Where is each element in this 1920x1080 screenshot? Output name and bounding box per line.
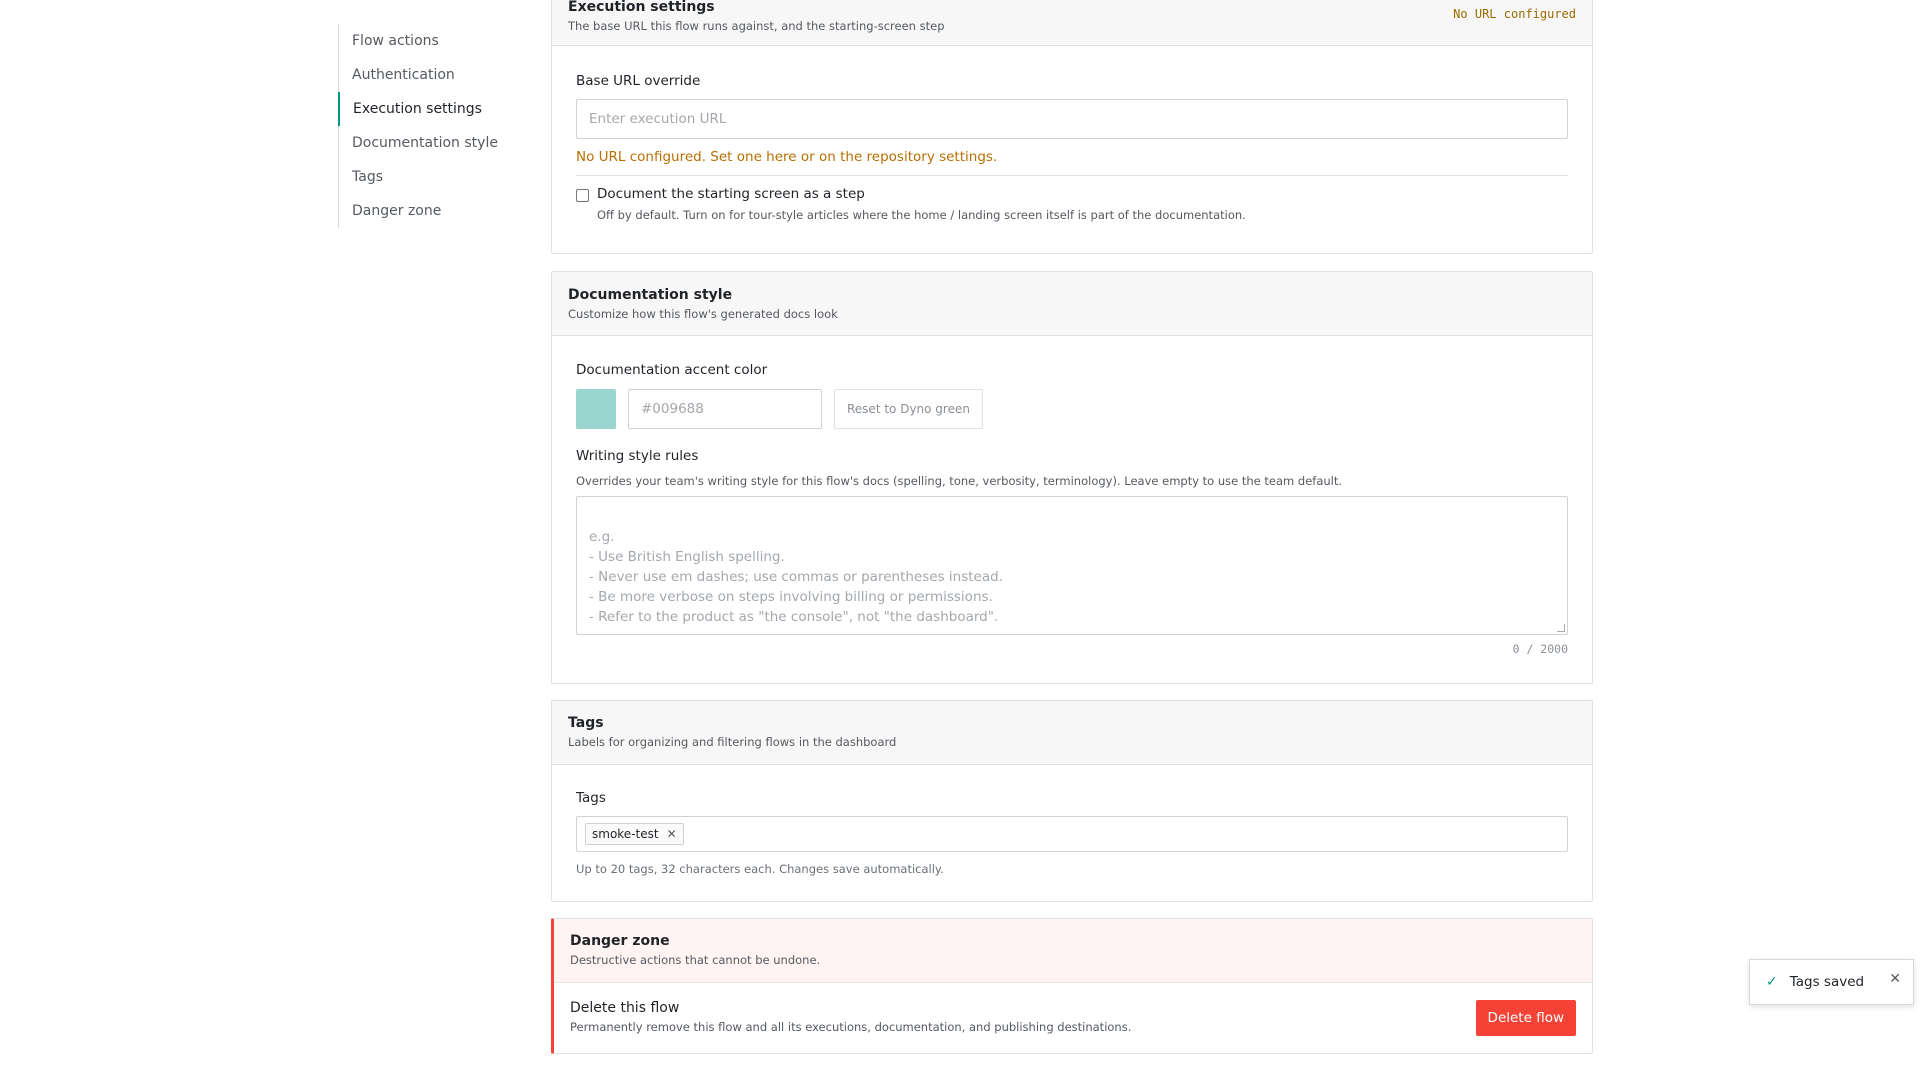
settings-sidebar: Flow actions Authentication Execution se… (338, 24, 518, 228)
sidebar-item-danger-zone[interactable]: Danger zone (339, 194, 518, 228)
execution-settings-header: Execution settings The base URL this flo… (552, 0, 1592, 46)
delete-flow-button[interactable]: Delete flow (1475, 1000, 1576, 1036)
sidebar-item-authentication[interactable]: Authentication (339, 58, 518, 92)
documentation-style-subtitle: Customize how this flow's generated docs… (568, 307, 838, 321)
writing-rules-help: Overrides your team's writing style for … (576, 474, 1343, 488)
tag-chip-label: smoke-test (592, 827, 659, 841)
sidebar-item-flow-actions[interactable]: Flow actions (339, 24, 518, 58)
accent-color-label: Documentation accent color (576, 362, 768, 378)
toast-notification: ✓ Tags saved ✕ (1749, 959, 1914, 1005)
danger-zone-header: Danger zone Destructive actions that can… (554, 919, 1592, 983)
tags-header: Tags Labels for organizing and filtering… (552, 701, 1592, 765)
execution-settings-subtitle: The base URL this flow runs against, and… (568, 19, 945, 33)
reset-color-button[interactable]: Reset to Dyno green (834, 389, 983, 429)
execution-settings-body: Base URL override No URL configured. Set… (552, 46, 1592, 222)
danger-zone-subtitle: Destructive actions that cannot be undon… (570, 953, 821, 967)
accent-color-input[interactable] (628, 389, 822, 429)
divider (576, 175, 1568, 176)
tags-field-label: Tags (576, 790, 606, 806)
check-icon: ✓ (1766, 974, 1778, 990)
documentation-style-header: Documentation style Customize how this f… (552, 272, 1592, 336)
delete-flow-title: Delete this flow (570, 1000, 680, 1016)
danger-zone-body: Delete this flow Permanently remove this… (554, 983, 1592, 1053)
accent-color-swatch[interactable] (576, 389, 616, 429)
tags-input[interactable]: smoke-test ✕ (576, 816, 1568, 852)
execution-settings-title: Execution settings (568, 0, 715, 15)
writing-rules-placeholder: e.g. - Use British English spelling. - N… (589, 529, 1003, 625)
documentation-style-card: Documentation style Customize how this f… (551, 271, 1593, 684)
documentation-style-title: Documentation style (568, 287, 733, 303)
execution-settings-card: Execution settings The base URL this flo… (551, 0, 1593, 254)
writing-rules-label: Writing style rules (576, 448, 699, 464)
resize-handle[interactable] (1557, 624, 1565, 632)
toast-message: Tags saved (1789, 974, 1865, 990)
tag-chip: smoke-test ✕ (585, 823, 684, 845)
accent-color-row: Reset to Dyno green (576, 389, 1568, 429)
char-counter: 0 / 2000 (1512, 642, 1568, 656)
writing-rules-textarea[interactable]: e.g. - Use British English spelling. - N… (576, 496, 1568, 635)
no-url-badge: No URL configured (1453, 7, 1576, 21)
documentation-style-body: Documentation accent color Reset to Dyno… (552, 336, 1592, 656)
tags-subtitle: Labels for organizing and filtering flow… (568, 735, 897, 749)
tags-help: Up to 20 tags, 32 characters each. Chang… (576, 862, 944, 876)
close-icon[interactable]: ✕ (1889, 971, 1901, 987)
start-step-label[interactable]: Document the starting screen as a step (597, 186, 1246, 202)
base-url-input[interactable] (576, 99, 1568, 139)
delete-flow-description: Permanently remove this flow and all its… (570, 1020, 1132, 1034)
tags-title: Tags (568, 715, 604, 731)
sidebar-item-tags[interactable]: Tags (339, 160, 518, 194)
no-url-warning: No URL configured. Set one here or on th… (576, 149, 998, 165)
tags-card: Tags Labels for organizing and filtering… (551, 700, 1593, 902)
sidebar-item-execution-settings[interactable]: Execution settings (338, 92, 518, 126)
start-step-help: Off by default. Turn on for tour-style a… (597, 208, 1246, 222)
base-url-label: Base URL override (576, 73, 701, 89)
tags-body: Tags smoke-test ✕ Up to 20 tags, 32 char… (552, 765, 1592, 876)
danger-zone-card: Danger zone Destructive actions that can… (551, 918, 1593, 1054)
danger-zone-title: Danger zone (570, 933, 670, 949)
remove-tag-icon[interactable]: ✕ (667, 827, 677, 841)
start-step-row: Document the starting screen as a step O… (576, 186, 1568, 222)
sidebar-item-documentation-style[interactable]: Documentation style (339, 126, 518, 160)
start-step-checkbox[interactable] (576, 189, 589, 202)
